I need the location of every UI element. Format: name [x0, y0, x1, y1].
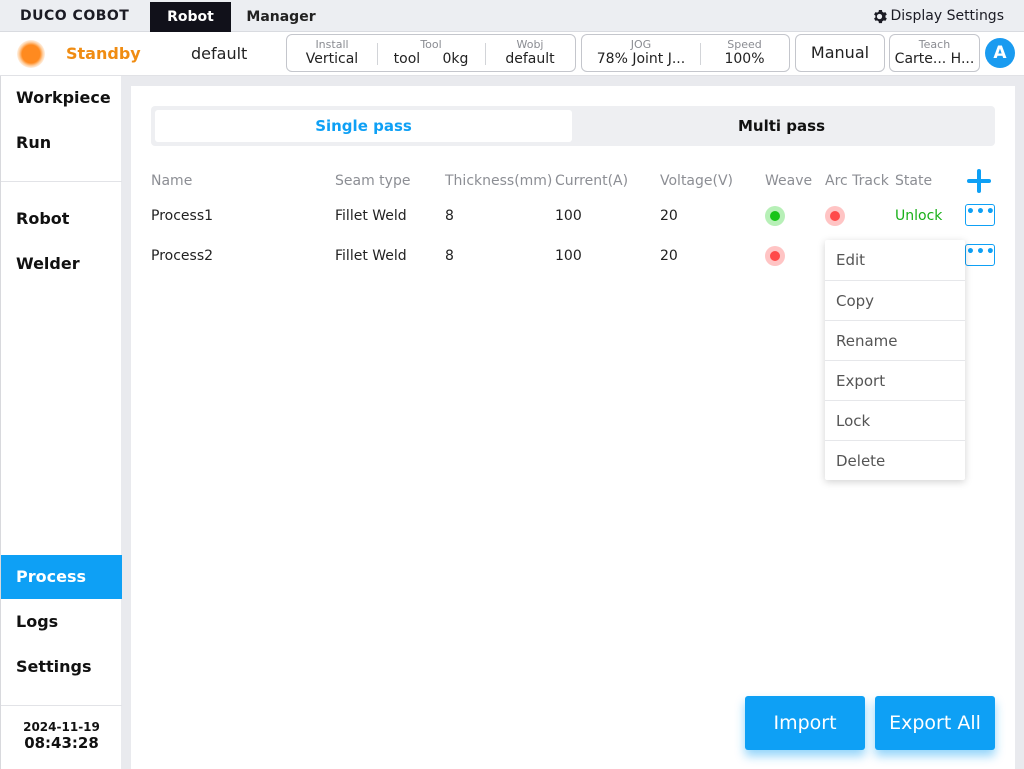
col-current: Current(A)	[555, 173, 629, 189]
cell-thickness: 8	[445, 208, 454, 224]
program-name: default	[191, 44, 248, 63]
clock: 2024-11-19 08:43:28	[1, 720, 122, 752]
teach-label: Teach	[918, 38, 951, 51]
wobj-cell[interactable]: Wobj default	[485, 35, 575, 71]
tool-cell[interactable]: Tool tool 0kg	[377, 35, 485, 71]
cell-voltage: 20	[660, 208, 678, 224]
sidebar-divider	[1, 181, 122, 182]
col-weave: Weave	[765, 173, 813, 189]
sidebar-divider	[1, 705, 122, 706]
jog-label: JOG	[630, 38, 652, 51]
logo: DUCO COBOT	[20, 8, 130, 24]
menu-item-delete[interactable]: Delete	[825, 440, 965, 480]
sidebar-item-run[interactable]: Run	[1, 121, 122, 165]
teach-cell[interactable]: Teach Carte... H...	[890, 35, 979, 71]
add-process-icon[interactable]	[966, 168, 992, 194]
cell-seam: Fillet Weld	[335, 248, 407, 264]
top-bar: DUCO COBOT Robot Manager Display Setting…	[0, 0, 1024, 32]
install-label: Install	[315, 38, 349, 51]
speed-label: Speed	[727, 38, 762, 51]
tool-label: Tool	[420, 38, 442, 51]
col-arc-track: Arc Track	[825, 173, 889, 189]
tab-multi-pass[interactable]: Multi pass	[572, 110, 991, 142]
menu-item-edit[interactable]: Edit	[825, 240, 965, 280]
teach-panel[interactable]: Teach Carte... H...	[889, 34, 980, 72]
sidebar-item-logs[interactable]: Logs	[1, 600, 122, 644]
user-avatar[interactable]: A	[985, 38, 1015, 68]
cell-thickness: 8	[445, 248, 454, 264]
menu-item-export[interactable]: Export	[825, 360, 965, 400]
gear-icon	[873, 9, 887, 23]
tab-robot[interactable]: Robot	[150, 2, 231, 32]
cell-current: 100	[555, 248, 582, 264]
wobj-value: default	[505, 51, 555, 67]
wobj-label: Wobj	[516, 38, 544, 51]
clock-date: 2024-11-19	[23, 720, 100, 734]
cell-seam: Fillet Weld	[335, 208, 407, 224]
row-context-menu: Edit Copy Rename Export Lock Delete	[825, 240, 965, 480]
import-button[interactable]: Import	[745, 696, 865, 750]
process-panel: Single pass Multi pass Name Seam type Th…	[131, 86, 1015, 769]
cell-name: Process2	[151, 248, 214, 264]
cell-state: Unlock	[895, 208, 943, 224]
col-name: Name	[151, 173, 193, 189]
arc-track-off-indicator-icon	[825, 206, 845, 226]
mode-manual-button[interactable]: Manual	[795, 34, 885, 72]
more-options-button[interactable]: •••	[965, 204, 995, 226]
display-settings-label: Display Settings	[890, 8, 1004, 24]
install-cell[interactable]: Install Vertical	[287, 35, 377, 71]
menu-item-rename[interactable]: Rename	[825, 320, 965, 360]
tool-load: 0kg	[442, 51, 469, 67]
tool-name: tool	[393, 51, 421, 67]
menu-item-lock[interactable]: Lock	[825, 400, 965, 440]
col-seam-type: Seam type	[335, 173, 411, 189]
cell-current: 100	[555, 208, 582, 224]
tab-manager[interactable]: Manager	[236, 2, 326, 32]
speed-value: 100%	[724, 51, 765, 67]
jog-value: 78% Joint J...	[596, 51, 686, 67]
more-options-button[interactable]: •••	[965, 244, 995, 266]
cell-name: Process1	[151, 208, 214, 224]
sidebar-item-settings[interactable]: Settings	[1, 645, 122, 689]
sidebar-item-robot[interactable]: Robot	[1, 197, 122, 241]
status-bar: Standby default Install Vertical Tool to…	[0, 32, 1024, 76]
menu-item-copy[interactable]: Copy	[825, 280, 965, 320]
teach-value: Carte... H...	[894, 51, 975, 67]
weave-on-indicator-icon	[765, 206, 785, 226]
sidebar-item-process[interactable]: Process	[1, 555, 122, 599]
sidebar-item-workpiece[interactable]: Workpiece	[1, 76, 122, 120]
install-value: Vertical	[305, 51, 359, 67]
tool-value: tool 0kg	[394, 51, 469, 68]
col-voltage: Voltage(V)	[660, 173, 734, 189]
sidebar-item-welder[interactable]: Welder	[1, 242, 122, 286]
speed-cell[interactable]: Speed 100%	[700, 35, 789, 71]
clock-time: 08:43:28	[24, 734, 99, 752]
jog-cell[interactable]: JOG 78% Joint J...	[582, 35, 700, 71]
weave-off-indicator-icon	[765, 246, 785, 266]
pass-tabs: Single pass Multi pass	[151, 106, 995, 146]
cell-voltage: 20	[660, 248, 678, 264]
col-thickness: Thickness(mm)	[445, 173, 553, 189]
status-light-icon	[17, 40, 45, 68]
display-settings-button[interactable]: Display Settings	[872, 8, 1004, 24]
export-all-button[interactable]: Export All	[875, 696, 995, 750]
install-tool-wobj-panel[interactable]: Install Vertical Tool tool 0kg Wobj defa…	[286, 34, 576, 72]
tab-single-pass[interactable]: Single pass	[155, 110, 572, 142]
robot-state: Standby	[66, 44, 141, 63]
jog-speed-panel[interactable]: JOG 78% Joint J... Speed 100%	[581, 34, 790, 72]
sidebar: Workpiece Run Robot Welder Process Logs …	[0, 76, 122, 769]
col-state: State	[895, 173, 933, 189]
